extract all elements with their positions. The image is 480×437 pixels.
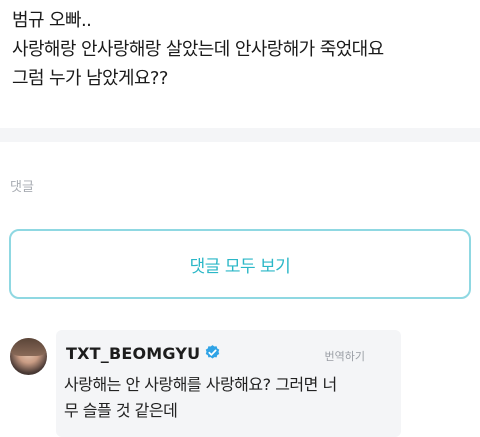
post-line: 그럼 누가 남았게요?? xyxy=(12,68,168,89)
avatar[interactable] xyxy=(10,338,47,375)
avatar-hair xyxy=(10,338,47,356)
translate-button[interactable]: 번역하기 xyxy=(325,348,365,364)
artist-reply: TXT_BEOMGYU 번역하기 사랑해는 안 사랑해를 사랑해요? 그러면 너… xyxy=(56,330,401,437)
reply-line: 무 슬플 것 같은데 xyxy=(64,401,178,420)
section-divider xyxy=(0,128,480,142)
verified-badge-icon xyxy=(205,345,220,359)
view-all-comments-button[interactable]: 댓글 모두 보기 xyxy=(9,229,471,299)
reply-body: 사랑해는 안 사랑해를 사랑해요? 그러면 너 무 슬플 것 같은데 xyxy=(64,372,394,424)
reply-line: 사랑해는 안 사랑해를 사랑해요? 그러면 너 xyxy=(64,375,337,394)
post-line: 범규 오빠.. xyxy=(12,10,92,31)
comments-label: 댓글 xyxy=(10,180,34,195)
post-body: 범규 오빠.. 사랑해랑 안사랑해랑 살았는데 안사랑해가 죽었대요 그럼 누가… xyxy=(12,6,477,93)
reply-author-name[interactable]: TXT_BEOMGYU xyxy=(66,344,200,363)
post-line: 사랑해랑 안사랑해랑 살았는데 안사랑해가 죽었대요 xyxy=(12,39,384,60)
